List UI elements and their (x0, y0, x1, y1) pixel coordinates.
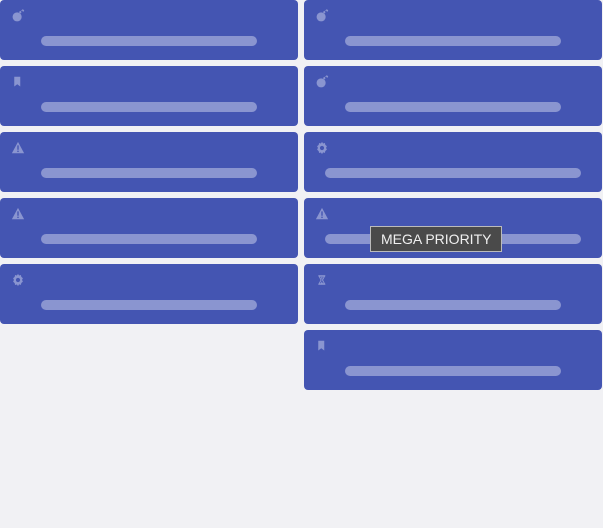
card-content-bar (41, 300, 258, 310)
card[interactable] (304, 132, 602, 192)
card-content-bar (345, 102, 562, 112)
card[interactable] (304, 264, 602, 324)
card[interactable] (0, 132, 298, 192)
card-content-bar (41, 168, 258, 178)
bomb-icon (314, 8, 330, 24)
bomb-icon (314, 74, 330, 90)
bookmark-icon (10, 74, 26, 90)
hourglass-icon (314, 272, 330, 288)
card-board: MEGA PRIORITY (0, 0, 603, 390)
warning-icon (10, 140, 26, 156)
card-content-bar (345, 36, 562, 46)
warning-icon (314, 206, 330, 222)
bookmark-icon (314, 338, 330, 354)
card[interactable] (0, 0, 298, 60)
card[interactable] (304, 330, 602, 390)
card-content-bar (345, 366, 562, 376)
bomb-icon (10, 8, 26, 24)
card[interactable] (304, 0, 602, 60)
card-content-bar (41, 102, 258, 112)
card-content-bar (41, 36, 258, 46)
card-content-bar (345, 300, 562, 310)
priority-tooltip: MEGA PRIORITY (370, 226, 502, 252)
card-content-bar (41, 234, 258, 244)
gear-icon (10, 272, 26, 288)
column-left (0, 0, 298, 390)
gear-icon (314, 140, 330, 156)
warning-icon (10, 206, 26, 222)
card[interactable] (0, 198, 298, 258)
card[interactable] (0, 66, 298, 126)
card[interactable] (304, 66, 602, 126)
card-content-bar (325, 168, 581, 178)
card[interactable]: MEGA PRIORITY (304, 198, 602, 258)
column-right: MEGA PRIORITY (304, 0, 602, 390)
card[interactable] (0, 264, 298, 324)
